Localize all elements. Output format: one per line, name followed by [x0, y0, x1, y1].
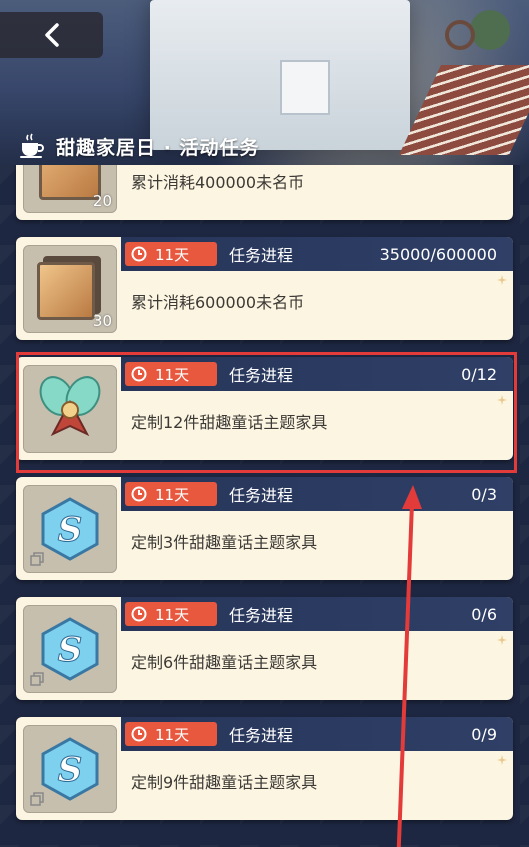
sparkle-icon: [497, 395, 507, 405]
task-description: 定制9件甜趣童话主题家具: [131, 773, 318, 792]
page-title: 甜趣家居日 · 活动任务: [56, 136, 260, 159]
timer-text: 11天: [155, 245, 190, 264]
back-button[interactable]: [0, 12, 103, 58]
task-card[interactable]: 11天 任务进程 0/12 定制12件甜趣童话主题家具: [16, 357, 513, 460]
timer-text: 11天: [155, 725, 190, 744]
s-hexagon-icon: S: [23, 605, 117, 693]
sparkle-icon: [497, 275, 507, 285]
timer-badge: 11天: [125, 482, 217, 506]
title-row: 甜趣家居日 · 活动任务: [18, 128, 259, 164]
timer-badge: 11天: [125, 602, 217, 626]
task-status-strip: 11天 任务进程 0/12: [121, 357, 513, 391]
progress-label: 任务进程: [229, 606, 294, 625]
task-description: 定制12件甜趣童话主题家具: [131, 413, 328, 432]
s-hexagon-icon: S: [23, 725, 117, 813]
timer-badge: 11天: [125, 362, 217, 386]
clock-icon: [131, 366, 147, 382]
task-description: 累计消耗400000未名币: [131, 173, 305, 192]
chevron-left-icon: [44, 23, 59, 47]
task-status-strip: 11天 任务进程 0/3: [121, 477, 513, 511]
sparkle-icon: [497, 755, 507, 765]
task-status-strip: 11天 任务进程 0/9: [121, 717, 513, 751]
svg-text:S: S: [58, 510, 83, 550]
sparkle-icon: [497, 635, 507, 645]
timer-text: 11天: [155, 485, 190, 504]
progress-label: 任务进程: [229, 486, 294, 505]
progress-label: 任务进程: [229, 246, 294, 265]
timer-text: 11天: [155, 605, 190, 624]
task-card[interactable]: 20 累计消耗400000未名币: [16, 165, 513, 220]
butterfly-emblem-icon: [23, 365, 117, 453]
room-plant-illustration: [470, 10, 510, 50]
copy-icon: [30, 672, 44, 686]
clock-icon: [131, 486, 147, 502]
s-hexagon-icon: S: [23, 485, 117, 573]
progress-label: 任务进程: [229, 726, 294, 745]
wood-panel-icon: 30: [23, 245, 117, 333]
task-status-strip: 11天 任务进程 35000/600000: [121, 237, 513, 271]
timer-badge: 11天: [125, 242, 217, 266]
clock-icon: [131, 726, 147, 742]
task-status-strip: 11天 任务进程 0/6: [121, 597, 513, 631]
clock-icon: [131, 606, 147, 622]
reward-count: 20: [92, 192, 112, 210]
progress-value: 0/3: [471, 484, 497, 504]
room-wheel-illustration: [445, 20, 475, 50]
progress-value: 0/6: [471, 604, 497, 624]
header-banner: 甜趣家居日 · 活动任务: [0, 0, 529, 165]
copy-icon: [30, 552, 44, 566]
progress-value: 35000/600000: [379, 244, 497, 264]
task-description: 定制3件甜趣童话主题家具: [131, 533, 318, 552]
copy-icon: [30, 792, 44, 806]
progress-label: 任务进程: [229, 366, 294, 385]
red-arrow-annotation: [396, 485, 422, 847]
timer-text: 11天: [155, 365, 190, 384]
reward-count: 30: [92, 312, 112, 330]
clock-icon: [131, 246, 147, 262]
timer-badge: 11天: [125, 722, 217, 746]
progress-value: 0/12: [461, 364, 497, 384]
svg-text:S: S: [58, 630, 83, 670]
task-description: 定制6件甜趣童话主题家具: [131, 653, 318, 672]
task-list[interactable]: 20 累计消耗400000未名币 30 11天 任务进程 35000/60000…: [0, 165, 529, 847]
coffee-cup-icon: [20, 133, 44, 158]
room-stairs-illustration: [399, 65, 529, 155]
wood-panel-icon: 20: [23, 165, 117, 213]
room-shelf-illustration: [280, 60, 330, 115]
svg-text:S: S: [58, 750, 83, 790]
progress-value: 0/9: [471, 724, 497, 744]
task-card[interactable]: 30 11天 任务进程 35000/600000 累计消耗600000未名币: [16, 237, 513, 340]
task-description: 累计消耗600000未名币: [131, 293, 305, 312]
